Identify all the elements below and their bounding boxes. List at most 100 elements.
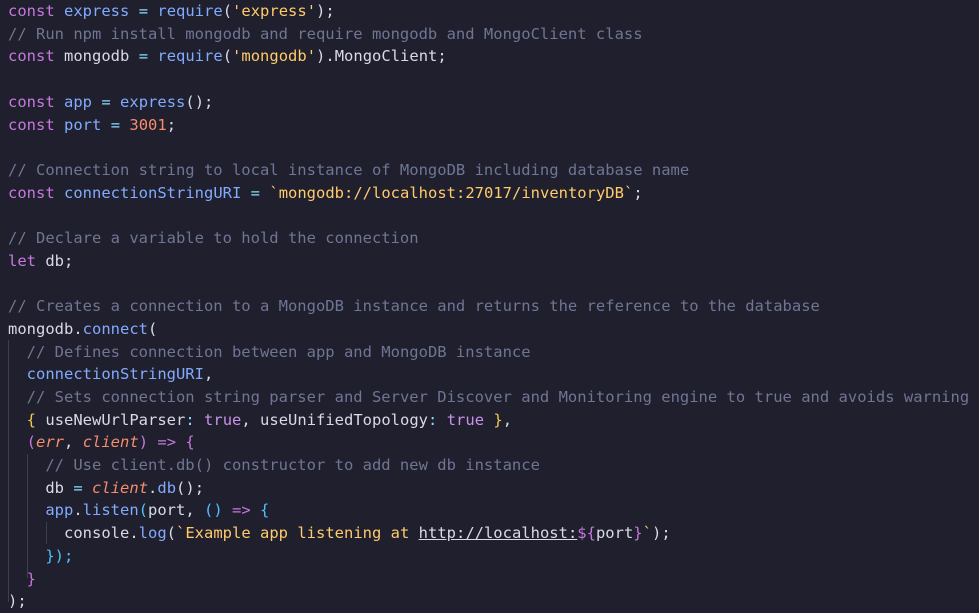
code-token: ( [26, 433, 37, 452]
code-line[interactable]: app.listen(port, () => { [8, 499, 269, 522]
code-token: MongoClient [334, 47, 438, 66]
code-token: listen [82, 501, 139, 520]
code-token: port [595, 524, 634, 543]
code-line[interactable]: // Sets connection string parser and Ser… [8, 386, 970, 409]
code-line[interactable]: connectionStringURI, [8, 363, 214, 386]
code-token: , [241, 410, 261, 429]
code-token: = [110, 115, 121, 134]
code-line[interactable]: // Use client.db() constructor to add ne… [8, 454, 540, 477]
code-token: ( [138, 501, 149, 520]
code-token: { [185, 433, 195, 452]
code-line[interactable]: } [8, 568, 36, 591]
code-token: require [157, 2, 223, 20]
code-line[interactable]: const port = 3001; [8, 114, 176, 137]
code-token: client [82, 433, 139, 452]
code-token: } [493, 410, 503, 429]
code-token: ); [8, 592, 27, 611]
code-line[interactable]: const connectionStringURI = `mongodb://l… [8, 182, 643, 205]
code-token: const [8, 2, 55, 20]
code-token: ${ [577, 524, 596, 543]
code-token: client [92, 478, 149, 497]
code-token: ) [138, 433, 149, 452]
code-line[interactable]: const mongodb = require('mongodb').Mongo… [8, 45, 447, 68]
code-token: const [8, 115, 55, 134]
code-line[interactable]: // Connection string to local instance o… [8, 159, 689, 182]
code-line[interactable]: (err, client) => { [8, 431, 195, 454]
code-line[interactable]: // Run npm install mongodb and require m… [8, 23, 643, 46]
code-token: ( [166, 524, 177, 543]
code-token: (); [185, 92, 214, 111]
code-token: `Example app listening at [176, 524, 419, 543]
code-token: . [73, 319, 83, 338]
code-token: : [428, 410, 438, 429]
code-token: ; [64, 251, 74, 270]
code-token: port [64, 115, 102, 134]
code-token: ); [316, 2, 335, 20]
code-token: app [64, 92, 93, 111]
code-token: 3001 [129, 115, 167, 134]
code-token: { [26, 410, 37, 429]
code-token: port [148, 501, 186, 520]
code-token: require [157, 47, 223, 66]
code-token: ( [222, 2, 233, 20]
code-editor[interactable]: const express = require('express');// Ru… [0, 0, 979, 610]
code-line[interactable]: ); [8, 590, 27, 613]
code-token: // Defines connection between app and Mo… [26, 342, 531, 361]
code-token: (); [176, 478, 205, 497]
code-token: const [8, 183, 55, 202]
code-token: , [203, 365, 214, 384]
code-token: => [232, 501, 251, 520]
code-token: express [120, 92, 186, 111]
code-token: = [138, 2, 149, 20]
code-token: // Sets connection string parser and Ser… [26, 387, 970, 406]
code-token: , [502, 410, 513, 429]
code-token: . [148, 478, 158, 497]
code-line[interactable]: }); [8, 545, 73, 568]
code-line[interactable]: // Declare a variable to hold the connec… [8, 227, 419, 250]
code-token: const [8, 92, 55, 111]
code-line[interactable]: const app = express(); [8, 91, 213, 114]
code-token: , [185, 501, 205, 520]
code-token: = [250, 183, 261, 202]
code-token: db [157, 478, 177, 497]
code-token: ; [437, 47, 447, 66]
code-line[interactable]: let db; [8, 250, 73, 273]
code-token: { [260, 501, 270, 520]
code-token: ( [148, 319, 158, 338]
code-token: . [73, 501, 83, 520]
code-line[interactable]: // Defines connection between app and Mo… [8, 341, 531, 364]
code-token: // Connection string to local instance o… [8, 160, 690, 179]
code-line[interactable]: { useNewUrlParser: true, useUnifiedTopol… [8, 409, 512, 432]
code-token: 'express' [232, 2, 317, 20]
code-line[interactable]: // Creates a connection to a MongoDB ins… [8, 295, 820, 318]
code-token: err [36, 433, 65, 452]
code-line[interactable]: const express = require('express'); [8, 0, 335, 23]
code-line[interactable]: db = client.db(); [8, 477, 204, 500]
code-line[interactable]: console.log(`Example app listening at ht… [8, 522, 671, 545]
code-line[interactable]: mongodb.connect( [8, 318, 157, 341]
code-token: express [64, 2, 130, 20]
